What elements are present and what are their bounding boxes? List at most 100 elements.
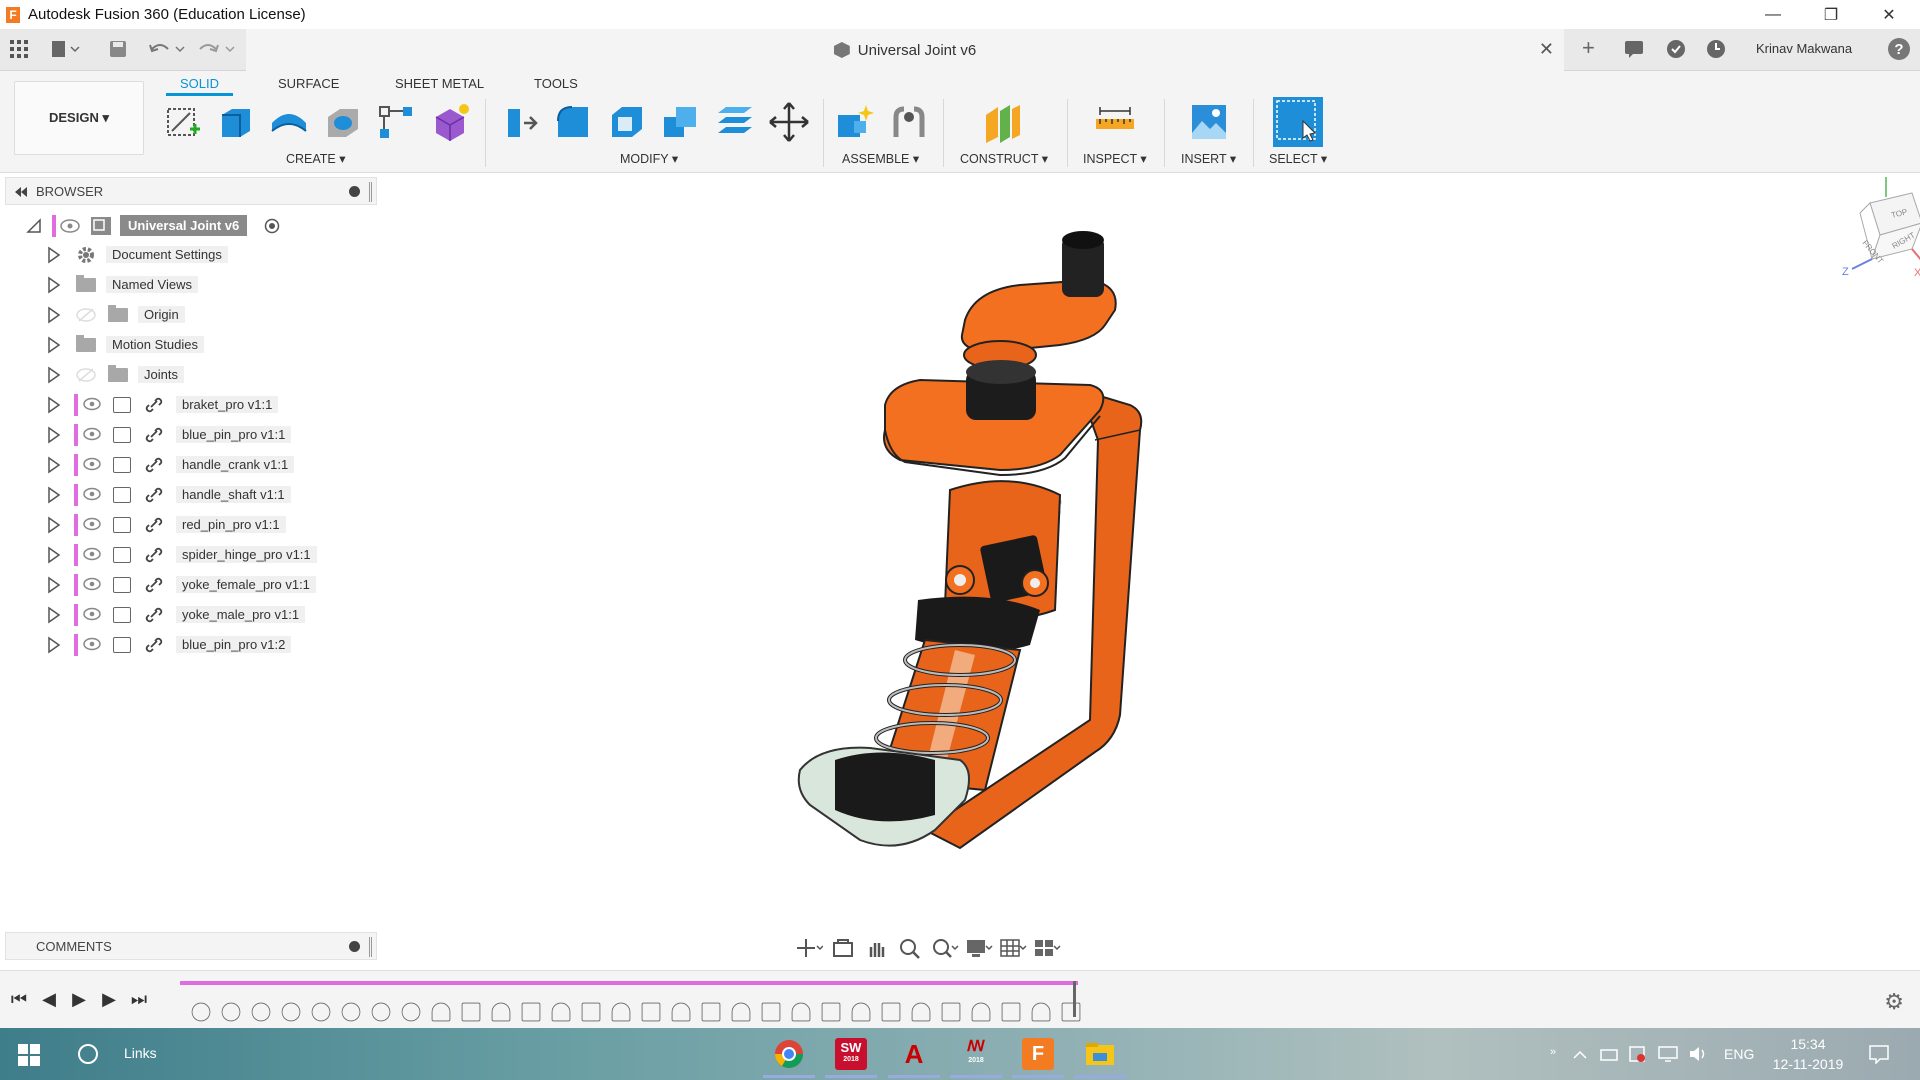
move-copy-icon[interactable] — [768, 101, 810, 143]
show-hidden-icons-chevron[interactable] — [1572, 1048, 1588, 1060]
timeline-marker[interactable] — [1073, 981, 1076, 1017]
timeline-feature-icon[interactable] — [641, 1002, 661, 1022]
browser-item-component[interactable]: blue_pin_pro v1:1 — [0, 423, 380, 447]
expand-triangle-icon[interactable] — [47, 546, 61, 564]
insert-menu[interactable]: INSERT ▾ — [1181, 151, 1236, 166]
visibility-eye-icon[interactable] — [83, 607, 101, 621]
create-menu[interactable]: CREATE ▾ — [286, 151, 346, 166]
visibility-eye-icon[interactable] — [83, 397, 101, 411]
timeline-feature-icon[interactable] — [311, 1002, 331, 1022]
expand-triangle-icon[interactable] — [47, 246, 61, 264]
fillet-icon[interactable] — [552, 101, 594, 143]
browser-item-motion-studies[interactable]: Motion Studies — [0, 333, 380, 357]
save-icon[interactable] — [108, 39, 128, 59]
assemble-menu[interactable]: ASSEMBLE ▾ — [842, 151, 919, 166]
zoom-icon[interactable] — [897, 937, 925, 959]
collapse-triangle-icon[interactable] — [26, 218, 42, 234]
timeline-feature-icon[interactable] — [371, 1002, 391, 1022]
timeline-feature-icon[interactable] — [941, 1002, 961, 1022]
browser-item-component[interactable]: red_pin_pro v1:1 — [0, 513, 380, 537]
comments-resize-handle[interactable] — [369, 937, 372, 957]
combine-icon[interactable] — [660, 101, 702, 143]
timeline-settings-gear-icon[interactable]: ⚙ — [1884, 989, 1904, 1015]
expand-triangle-icon[interactable] — [47, 396, 61, 414]
expand-triangle-icon[interactable] — [47, 456, 61, 474]
timeline-feature-icon[interactable] — [791, 1002, 811, 1022]
viewports-icon[interactable] — [1033, 937, 1061, 959]
timeline-feature-icon[interactable] — [551, 1002, 571, 1022]
browser-item-component[interactable]: blue_pin_pro v1:2 — [0, 633, 380, 657]
collapse-browser-icon[interactable] — [14, 187, 28, 197]
expand-triangle-icon[interactable] — [47, 606, 61, 624]
taskbar-clock[interactable]: 15:34 12-11-2019 — [1768, 1034, 1848, 1074]
canvas-viewport[interactable]: TOP FRONT RIGHT Z X — [380, 173, 1920, 938]
modify-menu[interactable]: MODIFY ▾ — [620, 151, 678, 166]
browser-resize-handle[interactable] — [369, 182, 372, 202]
timeline-feature-icon[interactable] — [521, 1002, 541, 1022]
timeline-feature-icon[interactable] — [581, 1002, 601, 1022]
timeline-feature-icon[interactable] — [821, 1002, 841, 1022]
timeline-feature-icon[interactable] — [341, 1002, 361, 1022]
create-form-icon[interactable] — [430, 101, 472, 143]
document-tab[interactable]: Universal Joint v6 ✕ — [246, 29, 1564, 71]
joint-icon[interactable] — [888, 101, 930, 143]
press-pull-icon[interactable] — [498, 101, 540, 143]
insert-image-icon[interactable] — [1188, 101, 1230, 143]
comments-add-icon[interactable] — [349, 941, 360, 952]
browser-item-component[interactable]: braket_pro v1:1 — [0, 393, 380, 417]
close-button[interactable]: ✕ — [1860, 0, 1918, 29]
select-menu[interactable]: SELECT ▾ — [1269, 151, 1327, 166]
comments-panel-header[interactable]: COMMENTS — [5, 932, 377, 960]
timeline-feature-icon[interactable] — [671, 1002, 691, 1022]
minimize-button[interactable]: — — [1744, 0, 1802, 29]
volume-icon[interactable] — [1688, 1046, 1708, 1062]
construct-menu[interactable]: CONSTRUCT ▾ — [960, 151, 1048, 166]
extrude-icon[interactable] — [214, 101, 256, 143]
shell-icon[interactable] — [606, 101, 648, 143]
revolve-icon[interactable] — [268, 101, 310, 143]
timeline-feature-icon[interactable] — [911, 1002, 931, 1022]
create-sketch-icon[interactable] — [162, 101, 204, 143]
tab-tools[interactable]: TOOLS — [520, 74, 592, 93]
visibility-eye-icon[interactable] — [83, 577, 101, 591]
browser-item-component[interactable]: yoke_male_pro v1:1 — [0, 603, 380, 627]
fusion-taskbar-icon[interactable]: F — [1012, 1038, 1064, 1078]
timeline-feature-icon[interactable] — [251, 1002, 271, 1022]
chrome-app-icon[interactable] — [763, 1038, 815, 1078]
timeline-feature-icon[interactable] — [701, 1002, 721, 1022]
tray-expand-icon[interactable]: » — [1550, 1046, 1556, 1058]
undo-icon[interactable] — [148, 39, 188, 59]
inspect-menu[interactable]: INSPECT ▾ — [1083, 151, 1147, 166]
timeline-feature-icon[interactable] — [191, 1002, 211, 1022]
timeline-feature-icon[interactable] — [281, 1002, 301, 1022]
fit-zoom-icon[interactable] — [931, 937, 959, 959]
visibility-eye-icon[interactable] — [60, 219, 80, 233]
visibility-eye-icon[interactable] — [83, 457, 101, 471]
timeline-feature-icon[interactable] — [971, 1002, 991, 1022]
offset-plane-icon[interactable] — [982, 101, 1024, 143]
expand-triangle-icon[interactable] — [47, 426, 61, 444]
expand-triangle-icon[interactable] — [47, 636, 61, 654]
tab-surface[interactable]: SURFACE — [264, 74, 353, 93]
browser-item-component[interactable]: spider_hinge_pro v1:1 — [0, 543, 380, 567]
action-center-icon[interactable] — [1868, 1044, 1890, 1064]
expand-triangle-icon[interactable] — [47, 486, 61, 504]
hidden-eye-icon[interactable] — [76, 368, 96, 382]
timeline-feature-icon[interactable] — [1061, 1002, 1081, 1022]
tab-solid[interactable]: SOLID — [166, 74, 234, 96]
browser-pin-icon[interactable] — [349, 186, 360, 197]
data-panel-grid-icon[interactable] — [10, 40, 28, 58]
timeline-feature-icon[interactable] — [401, 1002, 421, 1022]
timeline-feature-icon[interactable] — [761, 1002, 781, 1022]
visibility-eye-icon[interactable] — [83, 427, 101, 441]
step-back-icon[interactable]: ◀ — [40, 989, 58, 1010]
browser-item-joints[interactable]: Joints — [0, 363, 380, 387]
timeline-feature-icon[interactable] — [611, 1002, 631, 1022]
browser-item-document-settings[interactable]: Document Settings — [0, 243, 380, 267]
timeline-feature-icon[interactable] — [1001, 1002, 1021, 1022]
browser-item-named-views[interactable]: Named Views — [0, 273, 380, 297]
history-clock-icon[interactable] — [1706, 39, 1726, 59]
hidden-eye-icon[interactable] — [76, 308, 96, 322]
orbit-icon[interactable] — [795, 937, 823, 959]
close-document-tab-icon[interactable]: ✕ — [1539, 39, 1554, 60]
